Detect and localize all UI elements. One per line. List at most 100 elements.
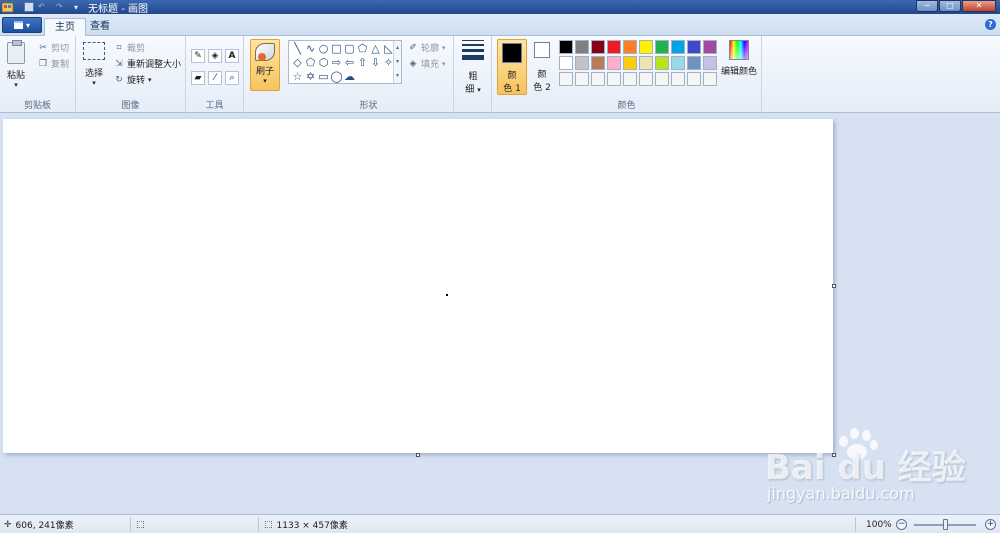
select-button[interactable]: 选择 ▾ — [83, 42, 105, 87]
color-2-swatch — [534, 42, 550, 58]
palette-swatch[interactable] — [687, 56, 701, 70]
magnifier-icon[interactable]: ⌕ — [225, 71, 239, 85]
save-icon[interactable] — [24, 2, 34, 12]
customize-qat-dropdown[interactable]: ▾ — [74, 3, 78, 12]
palette-swatch[interactable] — [655, 56, 669, 70]
close-button[interactable]: ✕ — [962, 0, 996, 12]
palette-swatch[interactable] — [639, 56, 653, 70]
six-point-star-shape-icon[interactable]: ✡ — [304, 70, 317, 84]
canvas-workspace[interactable] — [0, 114, 1000, 514]
shapes-gallery-scroll[interactable]: ▴ ▾ ▾ — [393, 41, 401, 83]
palette-swatch[interactable] — [655, 72, 669, 86]
palette-swatch[interactable] — [591, 40, 605, 54]
pencil-icon[interactable]: ✎ — [191, 49, 205, 63]
palette-swatch[interactable] — [639, 40, 653, 54]
palette-swatch[interactable] — [639, 72, 653, 86]
palette-swatch[interactable] — [623, 40, 637, 54]
help-icon[interactable]: ? — [985, 19, 996, 30]
palette-swatch[interactable] — [671, 40, 685, 54]
palette-swatch[interactable] — [607, 40, 621, 54]
rect-callout-shape-icon[interactable]: ▭ — [317, 70, 330, 84]
palette-swatch[interactable] — [655, 40, 669, 54]
palette-swatch[interactable] — [671, 56, 685, 70]
tools-group: ✎ ◈ A ▰ ⁄ ⌕ 工具 — [186, 36, 244, 113]
resize-handle-bottom[interactable] — [416, 453, 420, 457]
resize-handle-corner[interactable] — [832, 453, 836, 457]
up-arrow-shape-icon[interactable]: ⇧ — [356, 56, 369, 70]
rotate-button[interactable]: ↻ 旋转 ▾ — [114, 73, 151, 87]
color-picker-icon[interactable]: ⁄ — [208, 71, 222, 85]
selection-size-cell: ⬚ — [136, 517, 145, 532]
minimize-button[interactable]: ─ — [916, 0, 938, 12]
text-tool-icon[interactable]: A — [225, 49, 239, 63]
cloud-callout-shape-icon[interactable]: ☁ — [343, 70, 356, 84]
eraser-icon[interactable]: ▰ — [191, 71, 205, 85]
size-button[interactable]: 粗 细 ▾ — [459, 40, 487, 95]
paste-button[interactable]: 粘贴 ▾ — [7, 40, 25, 89]
maximize-button[interactable]: □ — [939, 0, 961, 12]
edit-colors-button[interactable]: 编辑颜色 — [720, 40, 758, 77]
diamond-shape-icon[interactable]: ◇ — [291, 56, 304, 70]
undo-icon[interactable]: ↶ — [38, 3, 52, 11]
fill-button[interactable]: ◈ 填充 ▾ — [408, 57, 446, 71]
rounded-rectangle-shape-icon[interactable]: ▢ — [343, 42, 356, 56]
palette-swatch[interactable] — [703, 56, 717, 70]
zoom-in-button[interactable]: + — [985, 519, 996, 530]
palette-swatch[interactable] — [703, 72, 717, 86]
pentagon-shape-icon[interactable]: ⬠ — [304, 56, 317, 70]
palette-swatch[interactable] — [623, 72, 637, 86]
drawing-canvas[interactable] — [3, 119, 833, 453]
color-2-button[interactable]: 颜 色 2 — [527, 39, 557, 95]
five-point-star-shape-icon[interactable]: ☆ — [291, 70, 304, 84]
color-1-button[interactable]: 颜 色 1 — [497, 39, 527, 95]
fill-bucket-icon[interactable]: ◈ — [208, 49, 222, 63]
palette-swatch[interactable] — [575, 56, 589, 70]
selection-rectangle-icon — [83, 42, 105, 60]
tab-view[interactable]: 查看 — [80, 18, 120, 37]
crop-button[interactable]: ⌗ 裁剪 — [114, 41, 145, 55]
palette-swatch[interactable] — [607, 56, 621, 70]
palette-swatch[interactable] — [671, 72, 685, 86]
zoom-level: 100% — [866, 519, 892, 530]
color-spectrum-icon — [729, 40, 749, 60]
oval-callout-shape-icon[interactable]: ◯ — [330, 70, 343, 84]
right-arrow-shape-icon[interactable]: ⇨ — [330, 56, 343, 70]
hexagon-shape-icon[interactable]: ⬡ — [317, 56, 330, 70]
resize-handle-right[interactable] — [832, 284, 836, 288]
brushes-button[interactable]: 刷子 ▾ — [250, 39, 280, 91]
palette-swatch[interactable] — [559, 72, 573, 86]
palette-swatch[interactable] — [591, 72, 605, 86]
oval-shape-icon[interactable]: ○ — [317, 42, 330, 56]
palette-swatch[interactable] — [607, 72, 621, 86]
palette-swatch[interactable] — [559, 56, 573, 70]
left-arrow-shape-icon[interactable]: ⇦ — [343, 56, 356, 70]
line-shape-icon[interactable]: ╲ — [291, 42, 304, 56]
paint-menu-button[interactable]: ▾ — [2, 17, 42, 33]
palette-swatch[interactable] — [687, 72, 701, 86]
redo-icon[interactable]: ↷ — [56, 3, 70, 11]
curve-shape-icon[interactable]: ∿ — [304, 42, 317, 56]
polygon-shape-icon[interactable]: ⬠ — [356, 42, 369, 56]
palette-swatch[interactable] — [623, 56, 637, 70]
outline-button[interactable]: ✐ 轮廓 ▾ — [408, 41, 445, 55]
resize-button[interactable]: ⇲ 重新调整大小 — [114, 57, 181, 71]
paint-app-icon — [2, 2, 14, 12]
cut-button[interactable]: ✂ 剪切 — [38, 41, 69, 55]
chevron-down-icon: ▾ — [263, 77, 267, 85]
palette-swatch[interactable] — [591, 56, 605, 70]
image-group-label: 图像 — [121, 101, 140, 111]
copy-button[interactable]: ❐ 复制 — [38, 57, 69, 71]
size-label-bottom: 细 ▾ — [465, 85, 481, 95]
rectangle-shape-icon[interactable]: □ — [330, 42, 343, 56]
canvas-size-icon: ⬚ — [264, 519, 273, 530]
line-width-icon — [462, 40, 484, 63]
triangle-shape-icon[interactable]: △ — [369, 42, 382, 56]
palette-swatch[interactable] — [575, 40, 589, 54]
palette-swatch[interactable] — [575, 72, 589, 86]
palette-swatch[interactable] — [559, 40, 573, 54]
down-arrow-shape-icon[interactable]: ⇩ — [369, 56, 382, 70]
palette-swatch[interactable] — [687, 40, 701, 54]
zoom-slider-thumb[interactable] — [943, 519, 948, 530]
palette-swatch[interactable] — [703, 40, 717, 54]
zoom-out-button[interactable]: − — [896, 519, 907, 530]
